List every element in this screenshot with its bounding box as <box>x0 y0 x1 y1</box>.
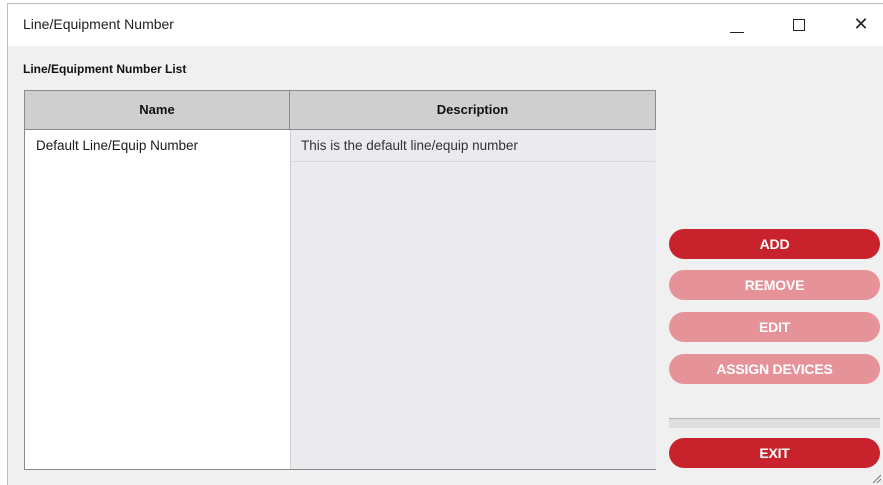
line-equipment-table[interactable]: Name Description Default Line/Equip Numb… <box>24 90 656 470</box>
minimize-icon <box>730 31 744 33</box>
dialog-window: Line/Equipment Number ✕ Line/Equipment N… <box>7 3 883 485</box>
exit-button[interactable]: EXIT <box>669 438 880 468</box>
button-separator <box>669 418 880 428</box>
minimize-button[interactable] <box>714 4 760 46</box>
list-label: Line/Equipment Number List <box>23 62 187 76</box>
row-name-cell[interactable]: Default Line/Equip Number <box>25 130 290 162</box>
edit-button[interactable]: EDIT <box>669 312 880 342</box>
assign-devices-button[interactable]: ASSIGN DEVICES <box>669 354 880 384</box>
maximize-button[interactable] <box>776 4 822 46</box>
row-description-cell[interactable]: This is the default line/equip number <box>290 130 655 162</box>
close-button[interactable]: ✕ <box>838 4 883 46</box>
description-column-area <box>290 130 656 469</box>
table-header: Name Description <box>25 91 655 130</box>
column-header-description[interactable]: Description <box>290 91 655 129</box>
title-bar: Line/Equipment Number ✕ <box>8 4 883 46</box>
remove-button[interactable]: REMOVE <box>669 270 880 300</box>
resize-grip-icon[interactable] <box>871 473 881 483</box>
column-header-name[interactable]: Name <box>25 91 290 129</box>
add-button[interactable]: ADD <box>669 229 880 259</box>
window-title: Line/Equipment Number <box>23 16 174 32</box>
table-row[interactable]: Default Line/Equip Number This is the de… <box>25 130 655 162</box>
close-icon: ✕ <box>853 14 869 35</box>
maximize-icon <box>793 19 805 31</box>
